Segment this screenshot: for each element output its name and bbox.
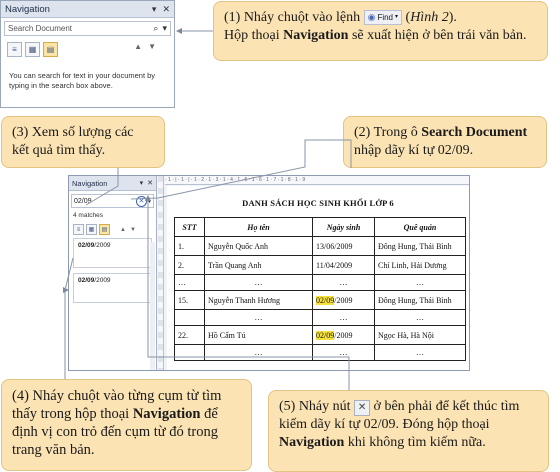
pointer-line-5 [145, 195, 350, 390]
pointer-line-4b [64, 257, 74, 291]
pointer-line-2 [130, 139, 352, 200]
pointer-line-3 [85, 168, 119, 206]
pointer-lines [63, 28, 352, 390]
pointer-line-4a [63, 287, 69, 379]
